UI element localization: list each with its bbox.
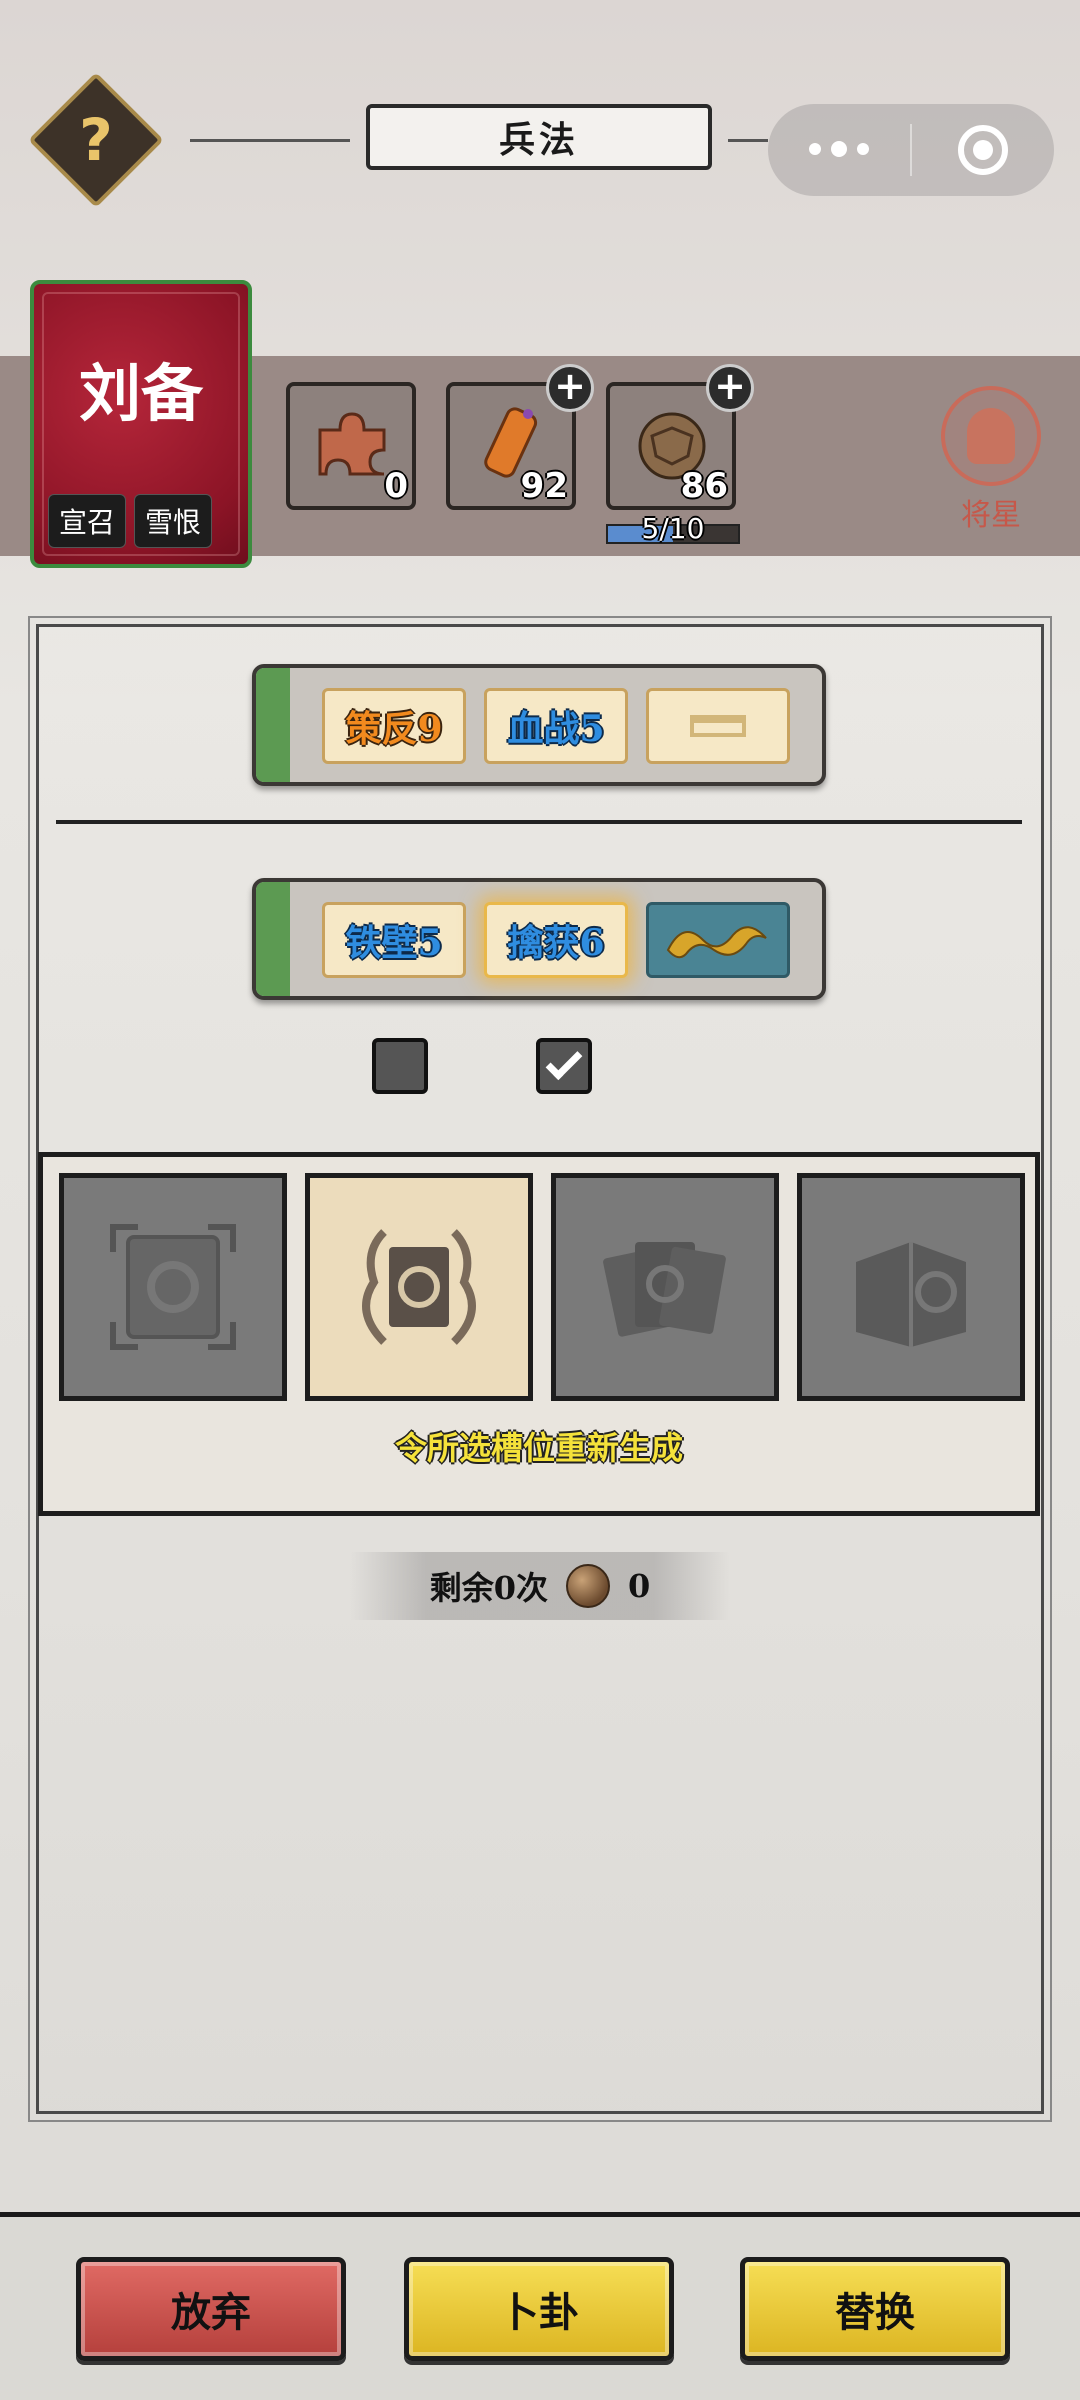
refresh-book-icon — [110, 1224, 236, 1350]
resource-orb[interactable]: 86 + — [606, 364, 754, 510]
abandon-button[interactable]: 放弃 — [76, 2257, 346, 2361]
hero-tags: 宣召 雪恨 — [48, 494, 213, 548]
function-card-level[interactable] — [797, 1173, 1025, 1401]
general-helmet-icon — [941, 386, 1041, 486]
dot-icon — [809, 143, 821, 155]
multi-book-icon — [603, 1242, 726, 1337]
function-card-multi[interactable] — [551, 1173, 779, 1401]
empty-slot-icon — [690, 715, 746, 737]
tactic-slot[interactable]: 铁壁5 — [322, 902, 466, 978]
function-description: 令所选槽位重新生成 — [394, 1429, 683, 1467]
remaining-label: 剩余0次 — [429, 1569, 548, 1607]
check-icon — [545, 1043, 583, 1081]
golden-dragon-icon — [666, 926, 767, 959]
add-scroll-button[interactable]: + — [546, 364, 594, 412]
target-icon — [958, 125, 1008, 175]
replace-button[interactable]: 替换 — [740, 2257, 1010, 2361]
function-card-refresh[interactable] — [59, 1173, 287, 1401]
dragon-slot[interactable] — [646, 902, 790, 978]
progress-label: 5/10 — [641, 512, 705, 545]
help-button[interactable]: ? — [28, 72, 164, 208]
remaining-count: 剩余0次 0 — [350, 1552, 730, 1620]
question-icon: ? — [79, 106, 113, 174]
top-bar: ? 兵法 — [0, 0, 1080, 230]
hero-tag: 宣召 — [48, 494, 127, 548]
resource-count: 86 — [680, 466, 728, 506]
empty-slot[interactable] — [646, 688, 790, 764]
dot-icon — [857, 143, 869, 155]
bronze-orb-icon — [566, 1564, 610, 1608]
row-flag — [256, 668, 290, 782]
close-mini-program-button[interactable] — [912, 125, 1054, 175]
keep-row-checkbox[interactable] — [372, 1038, 428, 1094]
row-flag — [256, 882, 290, 996]
more-menu-button[interactable] — [768, 141, 910, 157]
resource-count: 0 — [384, 466, 408, 506]
bottom-bar: 放弃 卜卦 替换 — [0, 2212, 1080, 2400]
puzzle-fragment-icon — [318, 412, 386, 476]
orb-cost: 0 — [628, 1567, 651, 1605]
general-star-button[interactable]: 将星 — [936, 386, 1046, 534]
level-book-icon — [856, 1242, 966, 1347]
divine-button[interactable]: 卜卦 — [404, 2257, 674, 2361]
resource-puzzle[interactable]: 0 — [286, 382, 416, 510]
add-orb-button[interactable]: + — [706, 364, 754, 412]
function-card-regenerate[interactable] — [305, 1173, 533, 1401]
title-ornament-left — [190, 139, 350, 142]
tactic-slot[interactable]: 血战5 — [484, 688, 628, 764]
resource-scroll[interactable]: 92 + — [446, 364, 594, 510]
function-selector: 令所选槽位重新生成 — [38, 1152, 1040, 1516]
general-star-label: 将星 — [961, 498, 1021, 533]
tactic-row-current: 策反9 血战5 — [252, 664, 826, 786]
resource-count: 92 — [520, 466, 568, 506]
page-title: 兵法 — [366, 104, 712, 170]
regenerate-book-icon — [362, 1229, 476, 1345]
row-divider — [56, 820, 1022, 824]
tactic-slot[interactable]: 策反9 — [322, 688, 466, 764]
hero-tag: 雪恨 — [134, 494, 213, 548]
hero-name: 刘备 — [79, 357, 204, 430]
title-ornament-right — [728, 139, 768, 142]
hero-card[interactable]: 刘备 宣召 雪恨 — [30, 280, 252, 568]
mini-program-capsule — [768, 104, 1054, 196]
tactic-slot-selected[interactable]: 擒获6 — [484, 902, 628, 978]
tactic-row-new: 铁壁5 擒获6 — [252, 878, 826, 1000]
dot-icon — [831, 141, 847, 157]
new-row-checkbox[interactable] — [536, 1038, 592, 1094]
